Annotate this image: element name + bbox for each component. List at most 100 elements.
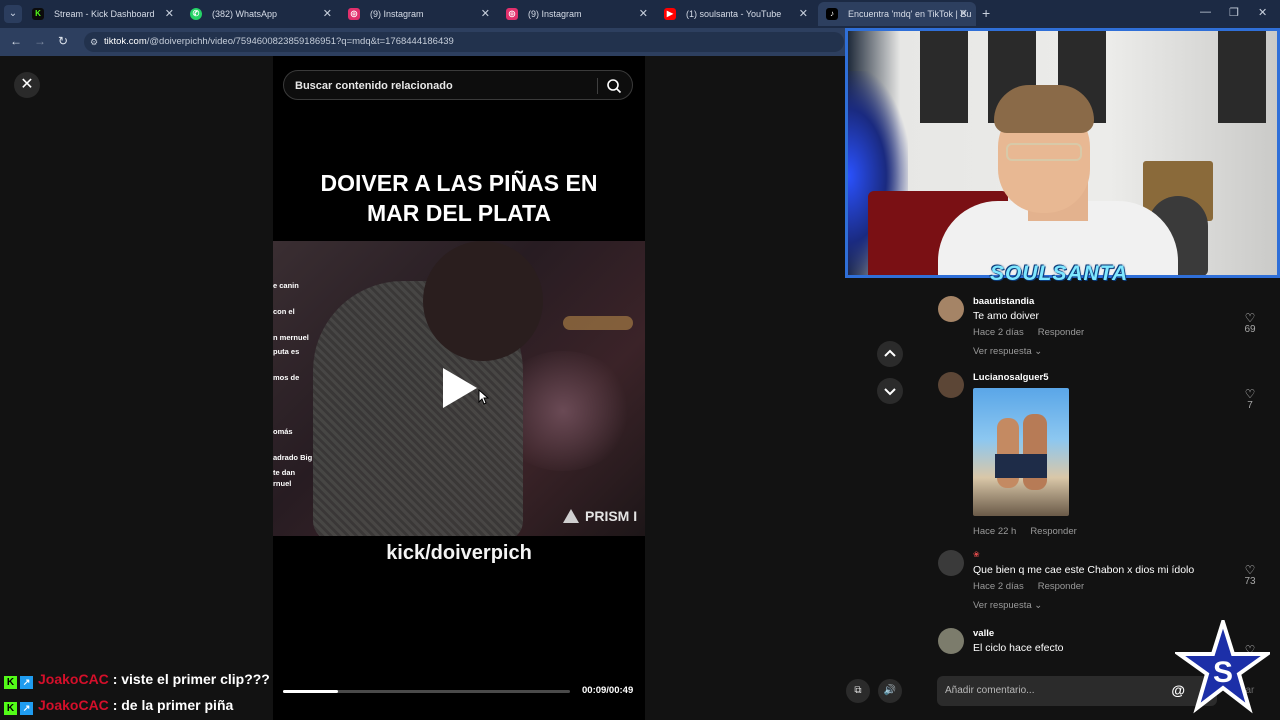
tab-instagram-1[interactable]: ◎ (9) Instagram ✕ <box>340 2 498 26</box>
avatar[interactable] <box>938 372 964 398</box>
overlay-text-line: te dan <box>273 468 296 477</box>
overlay-text-line: e canin <box>273 281 299 290</box>
mouse-cursor-icon <box>478 389 490 405</box>
search-icon[interactable] <box>606 78 622 94</box>
restore-icon[interactable]: ❐ <box>1229 6 1239 19</box>
comment-time: Hace 2 días <box>973 581 1024 592</box>
heart-icon: ♡ <box>1244 563 1256 577</box>
kick-badge-icon: K <box>4 676 17 689</box>
person-head <box>423 241 543 361</box>
close-tab-icon[interactable]: ✕ <box>639 2 648 26</box>
avatar[interactable] <box>938 296 964 322</box>
close-tab-icon[interactable]: ✕ <box>959 2 968 26</box>
tab-label: Encuentra 'mdq' en TikTok | Bu <box>848 9 972 19</box>
comment-item: Lucianosalguer5 Hace 22 h Responder ♡ 7 <box>938 372 1258 542</box>
chat-message: K ↗ JoakoCAC : viste el primer clip??? <box>4 671 270 691</box>
view-replies-button[interactable]: Ver respuesta ⌄ <box>973 346 1042 357</box>
speaker-icon: 🔊 <box>883 685 897 696</box>
overlay-text-line: adrado Big <box>273 453 313 462</box>
tab-youtube[interactable]: ▶ (1) soulsanta - YouTube ✕ <box>656 2 816 26</box>
like-count: 69 <box>1244 324 1256 335</box>
comment-username[interactable]: valle <box>973 628 994 639</box>
comment-username[interactable]: baautistandia <box>973 296 1034 307</box>
url-field[interactable]: ⚙ tiktok.com/@doiverpichh/video/75946008… <box>84 32 844 52</box>
comment-meta: Hace 22 h Responder <box>973 526 1077 537</box>
photo-person <box>1023 414 1047 490</box>
comment-text: El ciclo hace efecto <box>973 642 1064 654</box>
kick-badge-icon: K <box>4 702 17 715</box>
watermark-text: PRISM I <box>585 508 638 524</box>
close-tab-icon[interactable]: ✕ <box>323 2 332 26</box>
video-player[interactable]: Buscar contenido relacionado DOIVER A LA… <box>273 56 645 720</box>
view-replies-label: Ver respuesta <box>973 346 1032 357</box>
instagram-icon: ◎ <box>506 8 518 20</box>
volume-button[interactable]: 🔊 <box>878 679 902 703</box>
new-tab-button[interactable]: + <box>982 5 990 21</box>
youtube-icon: ▶ <box>664 8 676 20</box>
overlay-text-line: omás <box>273 427 293 436</box>
pip-button[interactable]: ⧉ <box>846 679 870 703</box>
tab-label: Stream - Kick Dashboard <box>54 9 155 19</box>
comments-list[interactable]: baautistandia Te amo doiver Hace 2 días R… <box>918 276 1280 666</box>
site-settings-icon[interactable]: ⚙ <box>90 32 98 52</box>
minimize-icon[interactable]: — <box>1200 6 1211 18</box>
next-video-button[interactable] <box>877 378 903 404</box>
tiktok-icon: ♪ <box>826 8 838 20</box>
overlay-text-line: rnuel <box>273 479 292 488</box>
tab-kick-dashboard[interactable]: K Stream - Kick Dashboard ✕ <box>24 2 182 26</box>
triangle-icon <box>563 509 579 523</box>
pip-icon: ⧉ <box>854 685 862 696</box>
chat-separator: : <box>112 697 118 713</box>
tab-instagram-2[interactable]: ◎ (9) Instagram ✕ <box>498 2 656 26</box>
instagram-icon: ◎ <box>348 8 360 20</box>
view-replies-label: Ver respuesta <box>973 600 1032 611</box>
progress-bar[interactable] <box>283 690 570 693</box>
avatar[interactable] <box>938 550 964 576</box>
close-tab-icon[interactable]: ✕ <box>165 2 174 26</box>
view-replies-button[interactable]: Ver respuesta ⌄ <box>973 600 1042 611</box>
reply-button[interactable]: Responder <box>1038 581 1084 592</box>
forward-arrow-icon[interactable]: → <box>34 34 46 48</box>
whatsapp-icon: ✆ <box>190 8 202 20</box>
like-count: 7 <box>1247 400 1253 411</box>
tab-search-button[interactable]: ⌄ <box>4 5 22 23</box>
reply-button[interactable]: Responder <box>1030 526 1076 537</box>
related-search-input[interactable]: Buscar contenido relacionado <box>283 70 633 100</box>
url-path: /@doiverpichh/video/7594600823859186951?… <box>146 36 454 47</box>
like-button[interactable]: ♡ 7 <box>1238 388 1262 411</box>
close-tab-icon[interactable]: ✕ <box>481 2 490 26</box>
like-button[interactable]: ♡ 73 <box>1238 564 1262 587</box>
overlay-text-line: n mernuel <box>273 333 309 342</box>
chat-username: JoakoCAC <box>38 671 109 687</box>
acoustic-panel <box>920 31 968 123</box>
comment-username[interactable]: Lucianosalguer5 <box>973 372 1049 383</box>
tab-whatsapp[interactable]: ✆ (382) WhatsApp ✕ <box>182 2 340 26</box>
video-title-line-1: DOIVER A LAS PIÑAS EN <box>320 170 598 196</box>
screen: ⌄ K Stream - Kick Dashboard ✕ ✆ (382) Wh… <box>0 0 1280 720</box>
overlay-text-line: mos de <box>273 373 300 382</box>
prism-watermark: PRISM I <box>563 508 637 524</box>
progress-fill <box>283 690 338 693</box>
reload-icon[interactable]: ↻ <box>58 34 68 48</box>
chevron-down-icon <box>884 388 896 396</box>
like-count: 73 <box>1244 576 1256 587</box>
tab-tiktok[interactable]: ♪ Encuentra 'mdq' en TikTok | Bu ✕ <box>818 2 976 26</box>
play-icon[interactable] <box>443 368 477 408</box>
close-video-button[interactable]: ✕ <box>14 72 40 98</box>
reply-button[interactable]: Responder <box>1038 327 1084 338</box>
chat-message-text: viste el primer clip??? <box>121 671 270 687</box>
close-window-icon[interactable]: ✕ <box>1258 6 1267 19</box>
previous-video-button[interactable] <box>877 341 903 367</box>
comment-placeholder: Añadir comentario... <box>945 685 1035 696</box>
rose-emoji-icon: ❀ <box>973 550 980 559</box>
comment-photo[interactable] <box>973 388 1069 516</box>
background-light <box>563 316 633 330</box>
tab-label: (1) soulsanta - YouTube <box>686 9 782 19</box>
close-tab-icon[interactable]: ✕ <box>799 2 808 26</box>
back-arrow-icon[interactable]: ← <box>10 34 22 48</box>
like-button[interactable]: ♡ 69 <box>1238 312 1262 335</box>
comment-item: ❀ Que bien q me cae este Chabon x dios m… <box>938 550 1258 620</box>
streamer-hair <box>994 85 1094 133</box>
browser-tab-strip: ⌄ K Stream - Kick Dashboard ✕ ✆ (382) Wh… <box>0 0 1280 28</box>
avatar[interactable] <box>938 628 964 654</box>
